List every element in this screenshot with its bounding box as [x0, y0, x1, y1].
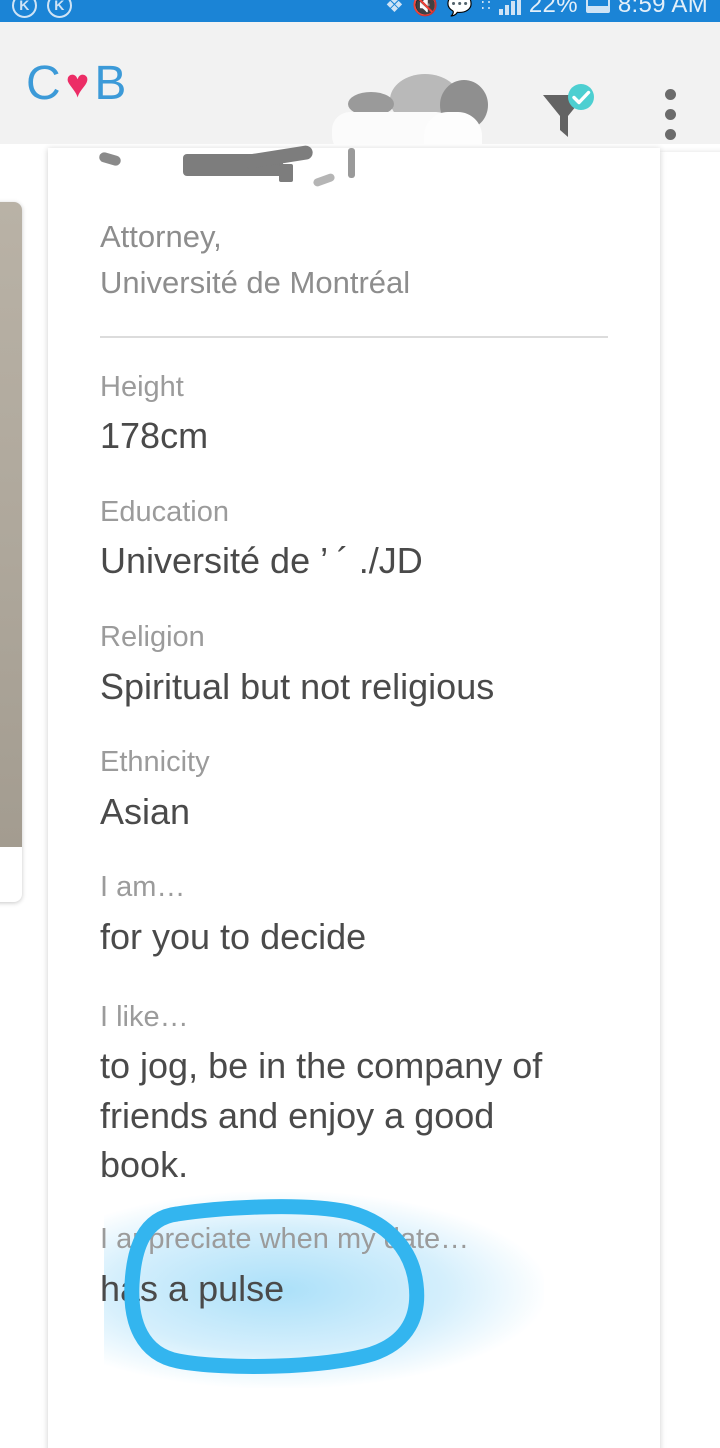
mute-icon: 🔇	[412, 0, 439, 17]
blurred-name	[93, 144, 413, 196]
profile-field-ethnicity: Ethnicity Asian	[100, 741, 608, 836]
filter-funnel-icon	[543, 84, 594, 137]
three-dot-menu-icon	[664, 128, 676, 140]
field-label: Ethnicity	[100, 746, 210, 779]
overflow-menu-button[interactable]	[640, 74, 700, 154]
field-value: has a pulse	[100, 1267, 285, 1309]
battery-icon	[585, 0, 610, 13]
logo-letter-right: B	[94, 56, 128, 110]
status-bar-left-icons: K K	[12, 0, 72, 18]
previous-profile-card[interactable]	[0, 202, 22, 902]
field-label: Religion	[100, 621, 205, 654]
battery-percent-label: 22%	[528, 0, 578, 18]
app-logo[interactable]: C ♥ B	[26, 56, 127, 111]
heart-icon: ♥	[65, 62, 91, 106]
profile-field-i-like: I like… to jog, be in the company of fri…	[100, 996, 608, 1191]
bluetooth-icon: ❖	[385, 0, 405, 17]
section-divider	[100, 335, 608, 338]
status-bar-right-icons: ❖ 🔇 💬 ∷ 22% 8:59 AM	[385, 0, 708, 19]
profile-card[interactable]: Attorney, Université de Montréal Height …	[48, 144, 660, 1448]
next-profile-card[interactable]	[660, 152, 720, 1448]
field-label: Education	[100, 495, 229, 528]
field-value: 178cm	[100, 415, 209, 457]
profile-card-deck[interactable]: Attorney, Université de Montréal Height …	[0, 144, 720, 1448]
vibrate-icon: ∷	[481, 0, 491, 14]
status-bar: K K ❖ 🔇 💬 ∷ 22% 8:59 AM	[0, 0, 720, 22]
profile-field-religion: Religion Spiritual but not religious	[100, 616, 608, 711]
profile-subtitle: Attorney, Université de Montréal	[100, 214, 608, 306]
field-label: I am…	[100, 871, 186, 904]
profile-field-height: Height 178cm	[100, 366, 608, 461]
profile-school: Université de Montréal	[100, 264, 411, 300]
field-value: Université de ’ ´ ./JD	[100, 540, 423, 582]
signal-bars-icon	[498, 0, 521, 15]
profile-field-education: Education Université de ’ ´ ./JD	[100, 491, 608, 586]
profile-field-i-am: I am… for you to decide	[100, 866, 608, 961]
three-dot-menu-icon	[664, 108, 676, 120]
field-label: Height	[100, 370, 184, 403]
app-bar: C ♥ B	[0, 22, 720, 200]
notification-circle-icon: K	[12, 0, 37, 18]
check-badge-icon	[568, 84, 594, 110]
profile-occupation: Attorney,	[100, 219, 222, 254]
profile-field-appreciate: I appreciate when my date… has a pulse	[100, 1192, 608, 1389]
field-value: for you to decide	[100, 915, 367, 957]
field-value: Spiritual but not religious	[100, 665, 495, 707]
filter-button[interactable]	[524, 74, 604, 154]
field-value: to jog, be in the company of friends and…	[100, 1045, 543, 1186]
field-value: Asian	[100, 790, 191, 832]
field-label: I appreciate when my date…	[100, 1223, 470, 1256]
profile-photo	[0, 202, 22, 847]
message-icon: 💬	[446, 0, 474, 17]
clock-label: 8:59 AM	[617, 0, 708, 18]
logo-letter-left: C	[26, 56, 62, 110]
field-label: I like…	[100, 1000, 189, 1033]
notification-circle-icon: K	[47, 0, 72, 18]
three-dot-menu-icon	[664, 88, 676, 100]
